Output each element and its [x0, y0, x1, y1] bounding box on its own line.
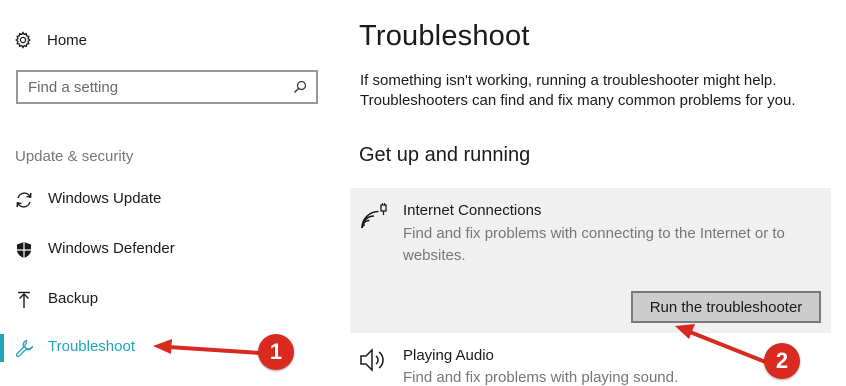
- sidebar-item-windows-update[interactable]: Windows Update: [0, 180, 336, 220]
- sidebar-item-label: Windows Update: [48, 190, 162, 207]
- troubleshooter-title: Internet Connections: [403, 202, 542, 219]
- page-title: Troubleshoot: [359, 20, 530, 52]
- wrench-icon: [14, 338, 34, 358]
- home-nav-item[interactable]: Home: [14, 29, 87, 51]
- sidebar-item-label: Windows Defender: [48, 240, 175, 257]
- sidebar-item-backup[interactable]: Backup: [0, 280, 336, 320]
- home-label: Home: [47, 31, 88, 49]
- shield-icon: [14, 240, 34, 260]
- intro-line: If something isn't working, running a tr…: [360, 72, 777, 89]
- search-icon[interactable]: [293, 80, 307, 94]
- troubleshoot-page: Troubleshoot If something isn't working,…: [336, 0, 846, 386]
- troubleshooter-playing-audio[interactable]: Playing Audio Find and fix problems with…: [350, 333, 831, 386]
- sidebar-item-windows-defender[interactable]: Windows Defender: [0, 230, 336, 270]
- sidebar-item-label: Troubleshoot: [48, 338, 135, 355]
- search-input[interactable]: [28, 72, 278, 102]
- step-badge-2: 2: [764, 343, 800, 379]
- settings-sidebar: Home Update & security Windows Update: [0, 0, 336, 385]
- troubleshooter-description: Find and fix problems with playing sound…: [403, 369, 679, 386]
- run-troubleshooter-button[interactable]: Run the troubleshooter: [631, 291, 821, 323]
- troubleshooter-title: Playing Audio: [403, 347, 494, 364]
- speaker-icon: [359, 347, 389, 373]
- page-intro: If something isn't working, running a tr…: [360, 71, 840, 111]
- settings-search-box[interactable]: [16, 70, 318, 104]
- sidebar-item-label: Backup: [48, 290, 99, 307]
- step-badge-1: 1: [258, 334, 294, 370]
- network-signal-icon: [359, 202, 389, 232]
- sidebar-section-heading: Update & security: [15, 148, 134, 165]
- sync-icon: [14, 190, 34, 210]
- gear-icon: [14, 31, 32, 49]
- section-heading: Get up and running: [359, 144, 531, 166]
- troubleshooter-description: Find and fix problems with connecting to…: [403, 225, 785, 264]
- active-indicator: [0, 334, 4, 362]
- troubleshooter-internet-connections[interactable]: Internet Connections Find and fix proble…: [350, 188, 831, 333]
- upload-arrow-icon: [14, 290, 34, 310]
- intro-line: Troubleshooters can find and fix many co…: [360, 92, 796, 109]
